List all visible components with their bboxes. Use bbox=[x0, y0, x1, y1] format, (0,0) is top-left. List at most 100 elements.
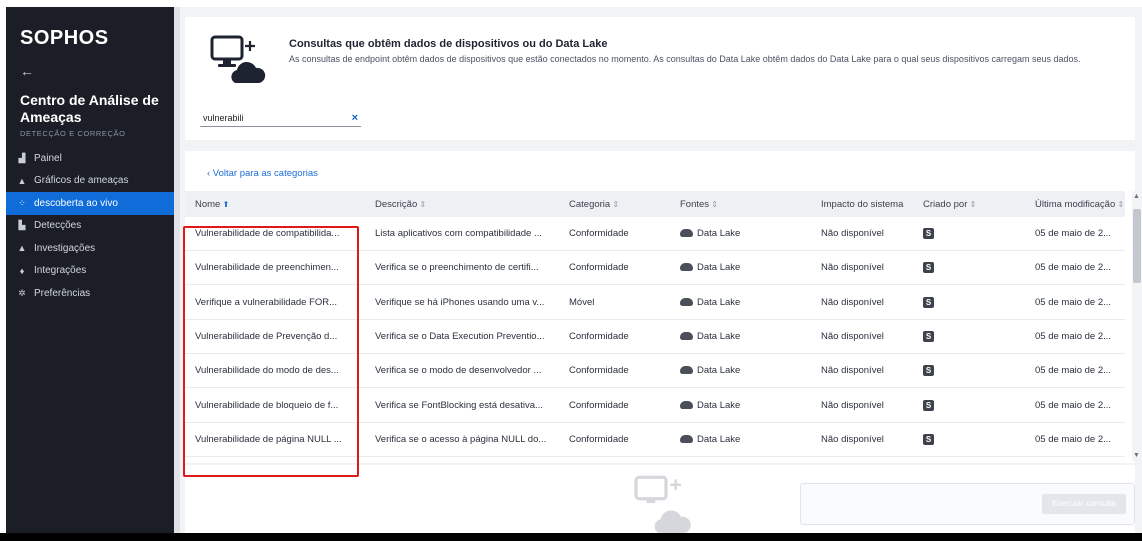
page-description: As consultas de endpoint obtêm dados de … bbox=[289, 54, 1081, 64]
cell-impact: Não disponível bbox=[821, 296, 884, 308]
column-header[interactable]: Categoria ⇕ bbox=[559, 199, 670, 210]
sidebar-item-2[interactable]: ⁘ descoberta ao vivo bbox=[6, 192, 174, 215]
source-label: Data Lake bbox=[697, 399, 741, 411]
cloud-icon bbox=[680, 297, 693, 306]
section-title: Centro de Análise de Ameaças bbox=[20, 92, 159, 125]
sidebar-item-label: Gráficos de ameaças bbox=[34, 175, 129, 187]
cloud-icon bbox=[680, 263, 693, 272]
column-label: Criado por bbox=[923, 198, 968, 210]
sidebar-item-label: Integrações bbox=[34, 265, 87, 277]
back-to-categories-link[interactable]: ‹ Voltar para as categorias bbox=[207, 168, 318, 179]
search-value: vulnerabili bbox=[203, 113, 244, 123]
source-label: Data Lake bbox=[697, 228, 741, 239]
column-header[interactable]: Descrição ⇕ bbox=[365, 199, 559, 210]
sidebar-item-3[interactable]: ▙ Detecções bbox=[6, 215, 174, 238]
cell-desc: Verifica se o Data Execution Preventio..… bbox=[375, 330, 545, 342]
sophos-badge-icon: S bbox=[923, 262, 934, 274]
cell-cat: Conformidade bbox=[569, 228, 629, 239]
cell-by: S bbox=[913, 365, 1025, 377]
column-header[interactable]: Impacto do sistema bbox=[811, 199, 913, 210]
sidebar: SOPHOS ← Centro de Análise de Ameaças DE… bbox=[6, 7, 174, 533]
cell-src: Data Lake bbox=[670, 365, 811, 376]
device-datalake-icon bbox=[210, 35, 266, 83]
sidebar-nav: ▟ Painel ▲ Gráficos de ameaças ⁘ descoberta a… bbox=[6, 147, 174, 305]
cell-src: Data Lake bbox=[670, 400, 811, 411]
cell-src: Data Lake bbox=[670, 228, 811, 239]
sidebar-item-6[interactable]: ✲ Preferências bbox=[6, 282, 174, 305]
column-header[interactable]: Última modificação ⇕ bbox=[1025, 199, 1125, 210]
cell-impact: Não disponível bbox=[821, 330, 884, 342]
cell-cat: Conformidade bbox=[569, 399, 629, 411]
column-header[interactable]: Nome ⬆ bbox=[185, 199, 365, 210]
cell-cat: Conformidade bbox=[569, 433, 629, 445]
sort-icon[interactable]: ⇕ bbox=[610, 200, 619, 209]
sidebar-item-5[interactable]: ♦ Integrações bbox=[6, 260, 174, 283]
cell-impact: Não disponível bbox=[821, 228, 884, 239]
sidebar-item-1[interactable]: ▲ Gráficos de ameaças bbox=[6, 170, 174, 193]
page-title: Consultas que obtêm dados de dispositivo… bbox=[289, 38, 608, 50]
sophos-badge-icon: S bbox=[923, 399, 934, 411]
sort-icon[interactable]: ⇕ bbox=[709, 200, 718, 209]
cell-impact: Não disponível bbox=[821, 365, 884, 377]
sort-icon[interactable]: ⇕ bbox=[967, 200, 977, 209]
cloud-icon bbox=[680, 366, 693, 375]
detections-icon: ▙ bbox=[18, 220, 26, 231]
source-label: Data Lake bbox=[697, 365, 741, 377]
bar-chart-icon: ▟ bbox=[18, 152, 26, 163]
sidebar-item-label: Painel bbox=[34, 152, 62, 164]
cell-mod: 05 de maio de 2... bbox=[1035, 365, 1112, 377]
sidebar-item-0[interactable]: ▟ Painel bbox=[6, 147, 174, 170]
sort-icon[interactable]: ⇕ bbox=[417, 200, 426, 209]
cell-by: S bbox=[913, 296, 1025, 308]
section-subtitle: DETECÇÃO E CORREÇÃO bbox=[20, 129, 126, 138]
sophos-badge-icon: S bbox=[923, 330, 934, 342]
run-query-box: Executar consulta bbox=[800, 483, 1135, 525]
sort-icon[interactable]: ⬆ bbox=[220, 200, 230, 209]
cell-mod: 05 de maio de 2... bbox=[1035, 296, 1112, 308]
cell-mod: 05 de maio de 2... bbox=[1035, 399, 1112, 411]
scrollbar[interactable]: ▲ ▼ bbox=[1132, 191, 1142, 461]
cell-src: Data Lake bbox=[670, 297, 811, 308]
column-label: Última modificação bbox=[1035, 198, 1116, 210]
cell-desc: Verifica se o preenchimento de certifi..… bbox=[375, 262, 539, 274]
cell-desc: Verifica se FontBlocking está desativa..… bbox=[375, 399, 543, 411]
sidebar-item-4[interactable]: ▲ Investigações bbox=[6, 237, 174, 260]
cell-desc: Verifica se o modo de desenvolvedor ... bbox=[375, 365, 542, 377]
cell-impact: Não disponível bbox=[821, 399, 884, 411]
cell-cat: Conformidade bbox=[569, 330, 629, 342]
scroll-up-icon[interactable]: ▲ bbox=[1133, 193, 1140, 200]
query-header: Consultas que obtêm dados de dispositivo… bbox=[185, 17, 1135, 140]
sidebar-item-label: Investigações bbox=[34, 242, 96, 254]
sidebar-item-label: descoberta ao vivo bbox=[34, 197, 118, 209]
sort-icon[interactable]: ⇕ bbox=[1115, 200, 1124, 209]
cell-by: S bbox=[913, 399, 1025, 411]
source-label: Data Lake bbox=[697, 296, 741, 308]
source-label: Data Lake bbox=[697, 330, 741, 342]
cell-desc: Verifique se há iPhones usando uma v... bbox=[375, 296, 545, 308]
back-arrow-icon[interactable]: ← bbox=[20, 63, 34, 79]
run-query-button[interactable]: Executar consulta bbox=[1042, 494, 1126, 514]
scroll-down-icon[interactable]: ▼ bbox=[1133, 452, 1140, 459]
search-input[interactable]: vulnerabili × bbox=[200, 110, 361, 127]
cell-src: Data Lake bbox=[670, 262, 811, 273]
column-header[interactable]: Criado por ⇕ bbox=[913, 199, 1025, 210]
live-discover-icon: ⁘ bbox=[18, 197, 26, 208]
sophos-badge-icon: S bbox=[923, 228, 934, 239]
cell-src: Data Lake bbox=[670, 434, 811, 445]
cell-cat: Móvel bbox=[569, 296, 595, 308]
column-label: Categoria bbox=[569, 198, 611, 210]
cell-cat: Conformidade bbox=[569, 262, 629, 274]
cell-impact: Não disponível bbox=[821, 262, 884, 274]
gear-icon: ✲ bbox=[18, 287, 26, 298]
sophos-logo: SOPHOS bbox=[20, 27, 109, 49]
cell-cat: Conformidade bbox=[569, 365, 629, 377]
highlight-box bbox=[183, 226, 359, 477]
column-header[interactable]: Fontes ⇕ bbox=[670, 199, 811, 210]
investigations-icon: ▲ bbox=[17, 243, 27, 254]
clear-search-icon[interactable]: × bbox=[352, 112, 358, 124]
sophos-badge-icon: S bbox=[923, 365, 934, 377]
column-label: Impacto do sistema bbox=[821, 198, 904, 210]
column-label: Nome bbox=[195, 198, 221, 210]
scrollbar-thumb[interactable] bbox=[1133, 209, 1141, 283]
cloud-icon bbox=[680, 400, 693, 409]
